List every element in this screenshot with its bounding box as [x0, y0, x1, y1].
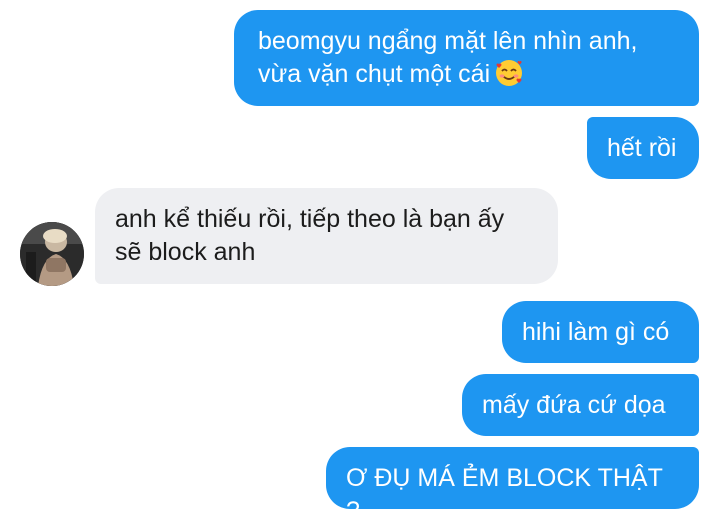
- message-text: anh kể thiếu rồi, tiếp theo là bạn ấy: [115, 205, 505, 233]
- message-text: vừa vặn chụt một cái: [258, 60, 491, 88]
- message-bubble-sent[interactable]: hihi làm gì có: [502, 301, 699, 363]
- message-bubble-received[interactable]: anh kể thiếu rồi, tiếp theo là bạn ấy sẽ…: [95, 188, 558, 284]
- message-text: beomgyu ngẩng mặt lên nhìn anh,: [258, 27, 638, 55]
- smiling-face-with-hearts-icon: [496, 60, 523, 86]
- message-text: Ơ ĐỤ MÁ ẺM BLOCK THẬT ?: [346, 464, 663, 520]
- message-bubble-sent[interactable]: Ơ ĐỤ MÁ ẺM BLOCK THẬT ?: [326, 447, 699, 520]
- contact-avatar[interactable]: [20, 222, 84, 286]
- message-text: hihi làm gì có: [522, 318, 670, 346]
- message-bubble-sent[interactable]: hết rồi: [587, 117, 699, 179]
- message-text: sẽ block anh: [115, 238, 256, 266]
- message-bubble-sent[interactable]: mấy đứa cứ dọa: [462, 374, 699, 436]
- avatar-photo: [20, 222, 84, 286]
- message-bubble-sent[interactable]: beomgyu ngẩng mặt lên nhìn anh, vừa vặn …: [234, 10, 699, 106]
- message-text-line: vừa vặn chụt một cái: [258, 58, 679, 91]
- chat-thread: beomgyu ngẩng mặt lên nhìn anh, vừa vặn …: [0, 0, 720, 520]
- message-text: mấy đứa cứ dọa: [482, 391, 666, 419]
- message-text: hết rồi: [607, 134, 677, 162]
